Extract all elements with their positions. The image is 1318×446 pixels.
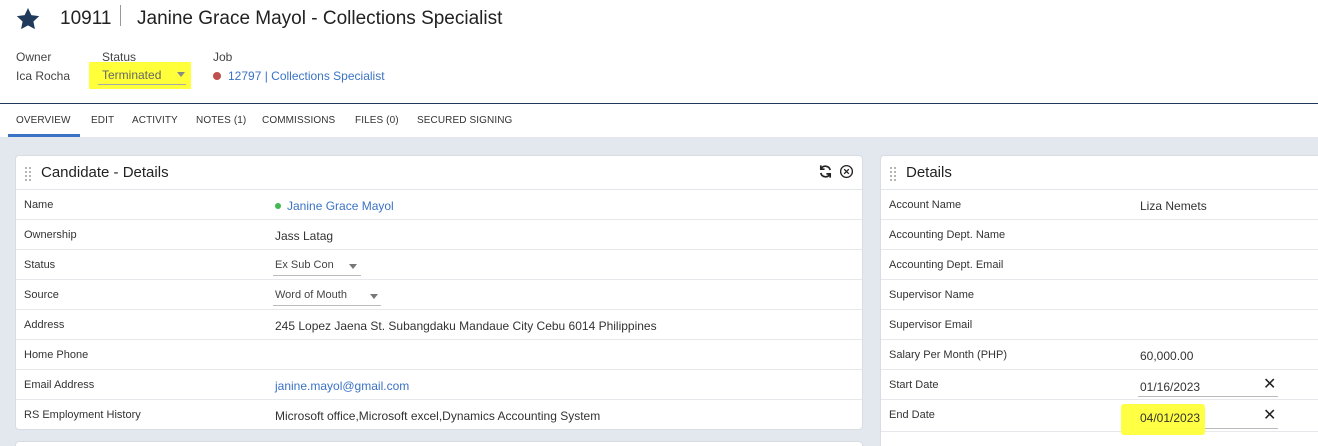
row-label: Accounting Dept. Name [889,229,1006,241]
job-link[interactable]: 12797 | Collections Specialist [228,69,385,83]
detail-row-supervisor-email: Supervisor Email [881,310,1318,340]
detail-row-ownership: Ownership Jass Latag [16,220,862,250]
refresh-icon[interactable] [818,164,833,179]
date-underline [1138,396,1278,397]
row-label: Status [24,259,56,271]
row-value: Liza Nemets [1140,199,1207,213]
clear-end-date-icon[interactable]: ✕ [1263,405,1276,425]
tab-edit[interactable]: EDIT [91,115,114,126]
row-label: Supervisor Email [889,319,973,331]
row-value: Jass Latag [275,229,334,243]
details-panel: Details Account Name Liza Nemets Account… [880,155,1318,446]
row-label: Source [24,289,59,301]
page-title: Janine Grace Mayol - Collections Special… [137,8,503,29]
candidate-details-panel: Candidate - Details Name Janine Grace Ma… [15,155,863,430]
source-select[interactable]: Word of Mouth [275,289,347,301]
chevron-down-icon[interactable] [349,264,357,269]
tab-bar: OVERVIEW EDIT ACTIVITY NOTES (1) COMMISS… [0,104,1318,137]
candidate-status-select[interactable]: Ex Sub Con [275,259,334,271]
record-header: 10911 Janine Grace Mayol - Collections S… [0,0,1318,104]
detail-row-end-date: End Date 04/01/2023 ✕ [881,400,1318,432]
detail-row-home-phone: Home Phone [16,340,862,370]
email-link[interactable]: janine.mayol@gmail.com [275,379,409,393]
panel-title: Details [906,164,952,181]
drag-handle-icon[interactable] [890,167,898,181]
row-label: Address [24,319,65,331]
row-label: Name [24,199,54,211]
detail-row-start-date: Start Date 01/16/2023 ✕ [881,370,1318,400]
panel-title: Candidate - Details [41,164,169,181]
favorite-star-icon[interactable] [15,6,41,32]
detail-row-source: Source Word of Mouth [16,280,862,310]
detail-row-address: Address 245 Lopez Jaena St. Subangdaku M… [16,310,862,340]
next-panel [15,441,863,446]
detail-row-supervisor-name: Supervisor Name [881,280,1318,310]
chevron-down-icon[interactable] [177,72,185,77]
end-date-input[interactable]: 04/01/2023 [1140,411,1200,425]
detail-row-salary: Salary Per Month (PHP) 60,000.00 [881,340,1318,370]
tab-notes[interactable]: NOTES (1) [196,115,246,126]
detail-row-employment-history: RS Employment History Microsoft office,M… [16,400,862,430]
row-label: Accounting Dept. Email [889,259,1004,271]
row-value: 245 Lopez Jaena St. Subangdaku Mandaue C… [275,319,657,333]
status-underline [98,84,186,85]
title-divider [120,5,121,26]
online-status-icon [275,203,281,209]
record-id: 10911 [60,8,112,29]
select-underline [273,305,381,306]
candidate-name-link[interactable]: Janine Grace Mayol [287,199,394,213]
tab-secured-signing[interactable]: SECURED SIGNING [417,115,512,126]
start-date-input[interactable]: 01/16/2023 [1140,380,1200,394]
drag-handle-icon[interactable] [25,167,33,181]
row-label: Account Name [889,199,962,211]
row-label: Ownership [24,229,77,241]
tab-overview[interactable]: OVERVIEW [16,115,71,126]
row-label: RS Employment History [24,409,141,421]
row-label: End Date [889,409,935,421]
row-label: Home Phone [24,349,89,361]
row-label: Supervisor Name [889,289,974,301]
tab-files[interactable]: FILES (0) [355,115,399,126]
select-underline [273,275,361,276]
owner-value: Ica Rocha [16,69,71,83]
row-value: 60,000.00 [1140,349,1194,363]
clear-start-date-icon[interactable]: ✕ [1263,374,1276,394]
detail-row-accounting-dept-email: Accounting Dept. Email [881,250,1318,280]
job-status-dot-icon [213,72,221,80]
job-label: Job [213,50,233,64]
detail-row-email: Email Address janine.mayol@gmail.com [16,370,862,400]
status-select[interactable]: Terminated [102,68,161,82]
row-label: Start Date [889,379,939,391]
tab-activity[interactable]: ACTIVITY [132,115,178,126]
detail-row-accounting-dept-name: Accounting Dept. Name [881,220,1318,250]
row-label: Salary Per Month (PHP) [889,349,1007,361]
tab-commissions[interactable]: COMMISSIONS [262,115,335,126]
detail-row-account-name: Account Name Liza Nemets [881,190,1318,220]
owner-label: Owner [16,50,52,64]
row-value: Microsoft office,Microsoft excel,Dynamic… [275,409,601,423]
detail-row-status: Status Ex Sub Con [16,250,862,280]
chevron-down-icon[interactable] [370,294,378,299]
detail-row-name: Name Janine Grace Mayol [16,190,862,220]
row-label: Email Address [24,379,95,391]
close-circle-icon[interactable] [839,164,854,179]
